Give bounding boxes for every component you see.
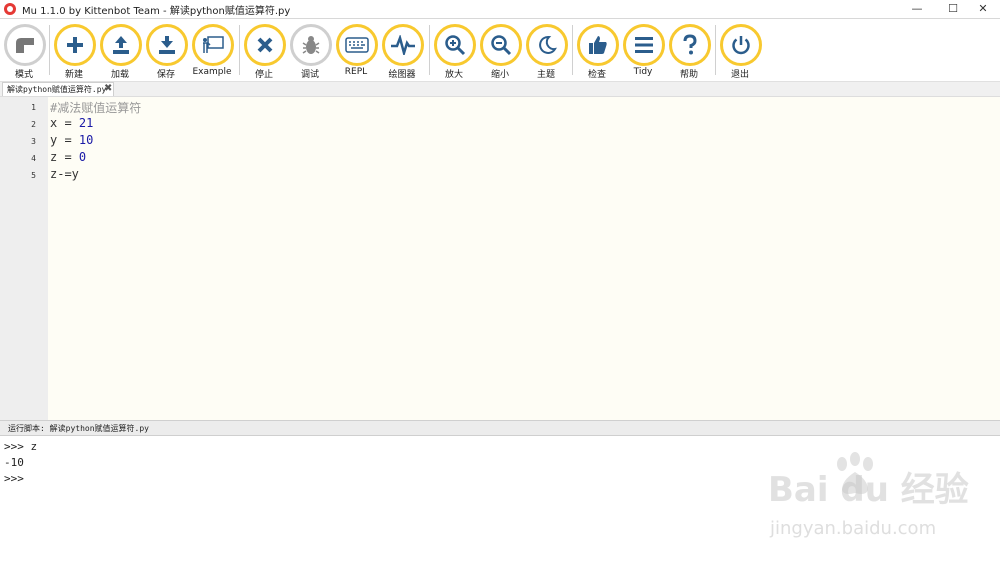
theme-label: 主题: [536, 70, 555, 80]
zoom-in-icon: [434, 24, 476, 66]
plotter-button[interactable]: 绘图器: [379, 23, 425, 81]
repl-label: REPL: [344, 67, 368, 77]
mode-label: 模式: [14, 70, 33, 80]
code-line[interactable]: x = 21: [50, 116, 93, 130]
load-button[interactable]: 加载: [97, 23, 143, 81]
pulse-icon: [382, 24, 424, 66]
quit-label: 退出: [730, 70, 749, 80]
bug-icon: [290, 24, 332, 66]
presentation-icon: [192, 24, 234, 66]
code-line-y: y = 10: [50, 133, 94, 147]
tab-bar: 解读python赋值运算符.py ✖: [0, 82, 1000, 96]
load-label: 加载: [110, 70, 129, 80]
save-button[interactable]: 保存: [143, 23, 189, 81]
plotter-label: 绘图器: [388, 70, 416, 80]
new-label: 新建: [64, 70, 83, 80]
thumbs-up-icon: [577, 24, 619, 66]
line-number: 1: [31, 103, 36, 112]
new-button[interactable]: 新建: [51, 23, 97, 81]
save-label: 保存: [156, 70, 175, 80]
check-button[interactable]: 检查: [574, 23, 620, 81]
toolbar-separator: [429, 25, 430, 75]
line-number: 4: [31, 154, 36, 163]
title-bar: Mu 1.1.0 by Kittenbot Team - 解读python赋值运…: [0, 0, 1000, 19]
line-number: 2: [31, 120, 36, 129]
zoom-in-button[interactable]: 放大: [431, 23, 477, 81]
download-icon: [146, 24, 188, 66]
zoom-out-icon: [480, 24, 522, 66]
code-line-x: x = 21: [50, 116, 94, 130]
keyboard-icon: [336, 24, 378, 66]
line-number: 5: [31, 171, 36, 180]
check-label: 检查: [587, 70, 606, 80]
help-label: 帮助: [679, 70, 698, 80]
help-button[interactable]: 帮助: [666, 23, 712, 81]
watermark-url: jingyan.baidu.com: [770, 518, 937, 539]
toolbar-separator: [239, 25, 240, 75]
code-line[interactable]: #减法赋值运算符: [50, 99, 141, 116]
tab-file-label: 解读python赋值运算符.py: [7, 85, 107, 94]
close-icon: [244, 24, 286, 66]
quit-button[interactable]: 退出: [717, 23, 763, 81]
line-number: 3: [31, 137, 36, 146]
example-label: Example: [192, 67, 232, 77]
code-line[interactable]: z = 0: [50, 150, 86, 164]
debug-label: 调试: [300, 70, 319, 80]
tidy-label: Tidy: [633, 67, 653, 77]
zoom-in-label: 放大: [444, 70, 463, 80]
repl-line: -10: [4, 456, 24, 469]
repl-button[interactable]: REPL: [333, 23, 379, 81]
toolbar-separator: [715, 25, 716, 75]
stop-label: 停止: [254, 70, 273, 80]
watermark-logo: Bai du 经验: [768, 470, 969, 510]
moon-icon: [526, 24, 568, 66]
tab-file[interactable]: 解读python赋值运算符.py ✖: [2, 82, 114, 96]
stop-button[interactable]: 停止: [241, 23, 287, 81]
repl-line: >>>: [4, 472, 24, 485]
line-number-gutter: 1 2 3 4 5: [0, 97, 48, 420]
mode-button[interactable]: 模式: [1, 23, 47, 81]
code-line[interactable]: y = 10: [50, 133, 93, 147]
zoom-out-label: 缩小: [490, 70, 509, 80]
mode-icon: [4, 24, 46, 66]
example-button[interactable]: Example: [189, 23, 235, 81]
repl-title: 运行脚本: 解读python赋值运算符.py: [8, 424, 149, 433]
toolbar: 模式 新建 加载 保存 Example 停止 调试 REPL 绘图器 放大 缩小…: [0, 19, 1000, 82]
code-line-z: z = 0: [50, 150, 87, 164]
tidy-button[interactable]: Tidy: [620, 23, 666, 81]
theme-button[interactable]: 主题: [523, 23, 569, 81]
maximize-button[interactable]: ☐: [936, 0, 970, 18]
upload-icon: [100, 24, 142, 66]
tab-close-icon[interactable]: ✖: [104, 83, 112, 94]
debug-button[interactable]: 调试: [287, 23, 333, 81]
code-editor[interactable]: 1 2 3 4 5 #减法赋值运算符 x = 21 y = 10 z = 0 z…: [0, 96, 1000, 420]
mu-app-icon: [4, 3, 16, 15]
plus-icon: [54, 24, 96, 66]
toolbar-separator: [572, 25, 573, 75]
zoom-out-button[interactable]: 缩小: [477, 23, 523, 81]
repl-line: >>> z: [4, 440, 38, 453]
close-window-button[interactable]: ✕: [966, 0, 1000, 18]
repl-header: 运行脚本: 解读python赋值运算符.py: [0, 420, 1000, 436]
lines-icon: [623, 24, 665, 66]
code-line[interactable]: z-=y: [50, 167, 79, 181]
power-icon: [720, 24, 762, 66]
toolbar-separator: [49, 25, 50, 75]
minimize-button[interactable]: —: [900, 0, 934, 18]
question-icon: [669, 24, 711, 66]
window-title: Mu 1.1.0 by Kittenbot Team - 解读python赋值运…: [22, 6, 291, 17]
